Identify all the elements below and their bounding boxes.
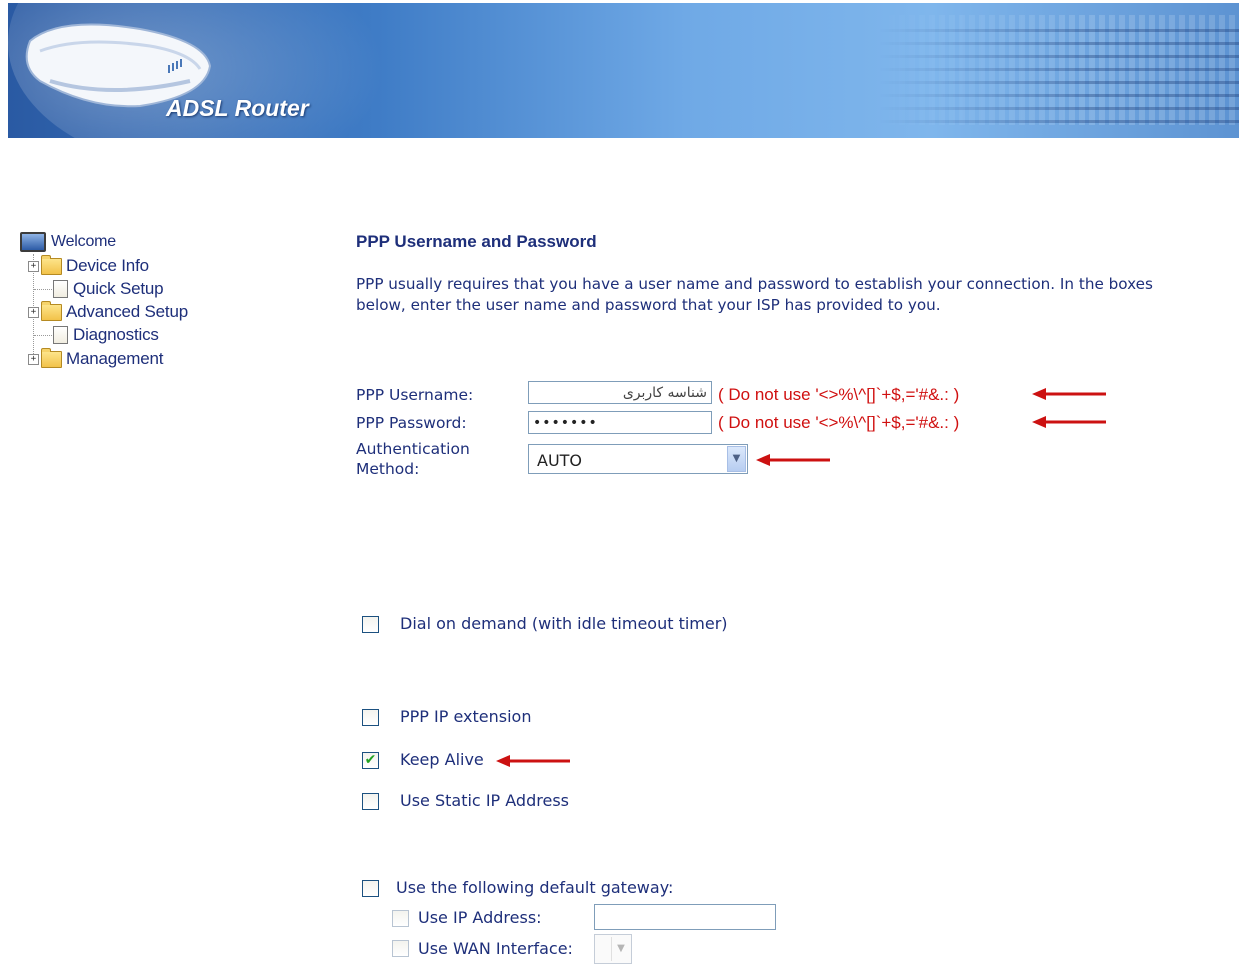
page-description: PPP usually requires that you have a use… <box>356 275 1153 314</box>
sidebar-item-label: Diagnostics <box>73 325 159 344</box>
use-ip-address-label: Use IP Address: <box>418 908 542 927</box>
use-ip-address-checkbox[interactable] <box>392 910 409 927</box>
auth-method-label-line2: Method: <box>356 460 420 478</box>
chevron-down-icon[interactable]: ▼ <box>611 937 630 961</box>
sidebar-item-welcome[interactable]: Welcome <box>20 231 116 253</box>
auth-method-value: AUTO <box>537 451 583 470</box>
arrow-left-icon <box>496 755 570 767</box>
auth-method-label-line1: Authentication <box>356 440 470 458</box>
arrow-left-icon <box>1032 388 1106 400</box>
password-warning: ( Do not use '<>%\^[]`+$,='#&.: ) <box>718 413 960 432</box>
password-input[interactable] <box>528 411 712 434</box>
folder-icon <box>41 347 62 368</box>
sidebar-item-label: Management <box>66 349 164 368</box>
page-title: PPP Username and Password <box>356 232 597 251</box>
sidebar-item-label: Welcome <box>51 233 116 250</box>
page-icon <box>53 280 68 298</box>
folder-icon <box>41 254 62 275</box>
chevron-down-icon[interactable]: ▼ <box>727 446 746 472</box>
ppp-ip-extension-checkbox[interactable] <box>362 709 379 726</box>
static-ip-checkbox[interactable] <box>362 793 379 810</box>
expand-icon[interactable]: + <box>28 353 39 365</box>
sidebar-item-label: Device Info <box>66 256 149 275</box>
sidebar-item-quick-setup[interactable]: Quick Setup <box>50 278 164 300</box>
username-warning: ( Do not use '<>%\^[]`+$,='#&.: ) <box>718 385 960 404</box>
sidebar-item-management[interactable]: + Management <box>28 347 164 370</box>
sidebar-item-diagnostics[interactable]: Diagnostics <box>50 324 159 346</box>
wan-interface-select[interactable]: ▼ <box>594 934 632 964</box>
banner-binary-lines <box>879 23 1239 123</box>
sidebar-item-device-info[interactable]: + Device Info <box>28 254 149 277</box>
default-gateway-label: Use the following default gateway: <box>396 878 674 897</box>
use-wan-interface-label: Use WAN Interface: <box>418 939 573 958</box>
password-label: PPP Password: <box>356 414 467 432</box>
static-ip-label: Use Static IP Address <box>400 791 569 810</box>
username-label: PPP Username: <box>356 386 474 404</box>
sidebar-item-label: Quick Setup <box>73 279 164 298</box>
default-gateway-checkbox[interactable] <box>362 880 379 897</box>
username-input[interactable] <box>528 381 712 404</box>
arrow-left-icon <box>756 454 830 466</box>
brand-title: ADSL Router <box>166 95 309 121</box>
expand-icon[interactable]: + <box>28 306 39 318</box>
dial-on-demand-label: Dial on demand (with idle timeout timer) <box>400 614 728 633</box>
sidebar-item-label: Advanced Setup <box>66 302 188 321</box>
monitor-icon <box>20 232 46 252</box>
gateway-ip-input[interactable] <box>594 904 776 930</box>
arrow-left-icon <box>1032 416 1106 428</box>
header-banner: ADSL Router <box>8 3 1239 138</box>
sidebar-item-advanced-setup[interactable]: + Advanced Setup <box>28 300 188 323</box>
use-wan-interface-checkbox[interactable] <box>392 940 409 957</box>
auth-method-select[interactable]: AUTO ▼ <box>528 444 748 474</box>
keep-alive-label: Keep Alive <box>400 750 484 769</box>
dial-on-demand-checkbox[interactable] <box>362 616 379 633</box>
expand-icon[interactable]: + <box>28 260 39 272</box>
folder-icon <box>41 300 62 321</box>
ppp-ip-extension-label: PPP IP extension <box>400 707 532 726</box>
keep-alive-checkbox[interactable]: ✔ <box>362 752 379 769</box>
page-icon <box>53 326 68 344</box>
